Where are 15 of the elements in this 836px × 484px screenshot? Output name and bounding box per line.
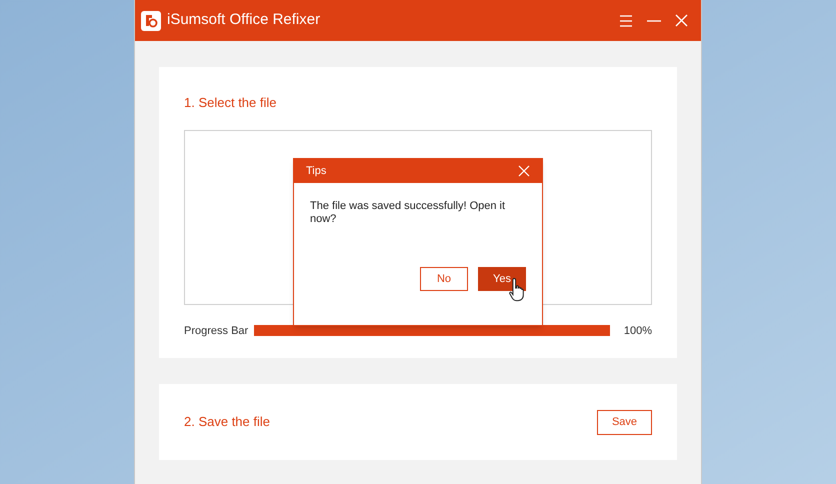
dialog-title: Tips xyxy=(306,164,326,179)
minimize-icon[interactable] xyxy=(647,20,661,22)
dialog-message: The file was saved successfully! Open it now? xyxy=(309,199,506,226)
step-title: 2. Save the file xyxy=(184,413,270,432)
window-title: iSumsoft Office Refixer xyxy=(167,10,320,30)
app-logo-icon xyxy=(141,10,161,30)
dialog-button[interactable]: No xyxy=(420,267,468,291)
close-icon[interactable] xyxy=(675,14,688,27)
save-button[interactable]: Save xyxy=(597,410,652,434)
progress-percent: 100% xyxy=(624,324,652,338)
dialog-button[interactable]: Yes xyxy=(478,267,526,291)
step-title: 1. Select the file xyxy=(184,94,278,112)
progress-label: Progress Bar xyxy=(184,324,250,338)
close-icon[interactable] xyxy=(518,165,530,177)
menu-icon[interactable] xyxy=(619,14,633,26)
